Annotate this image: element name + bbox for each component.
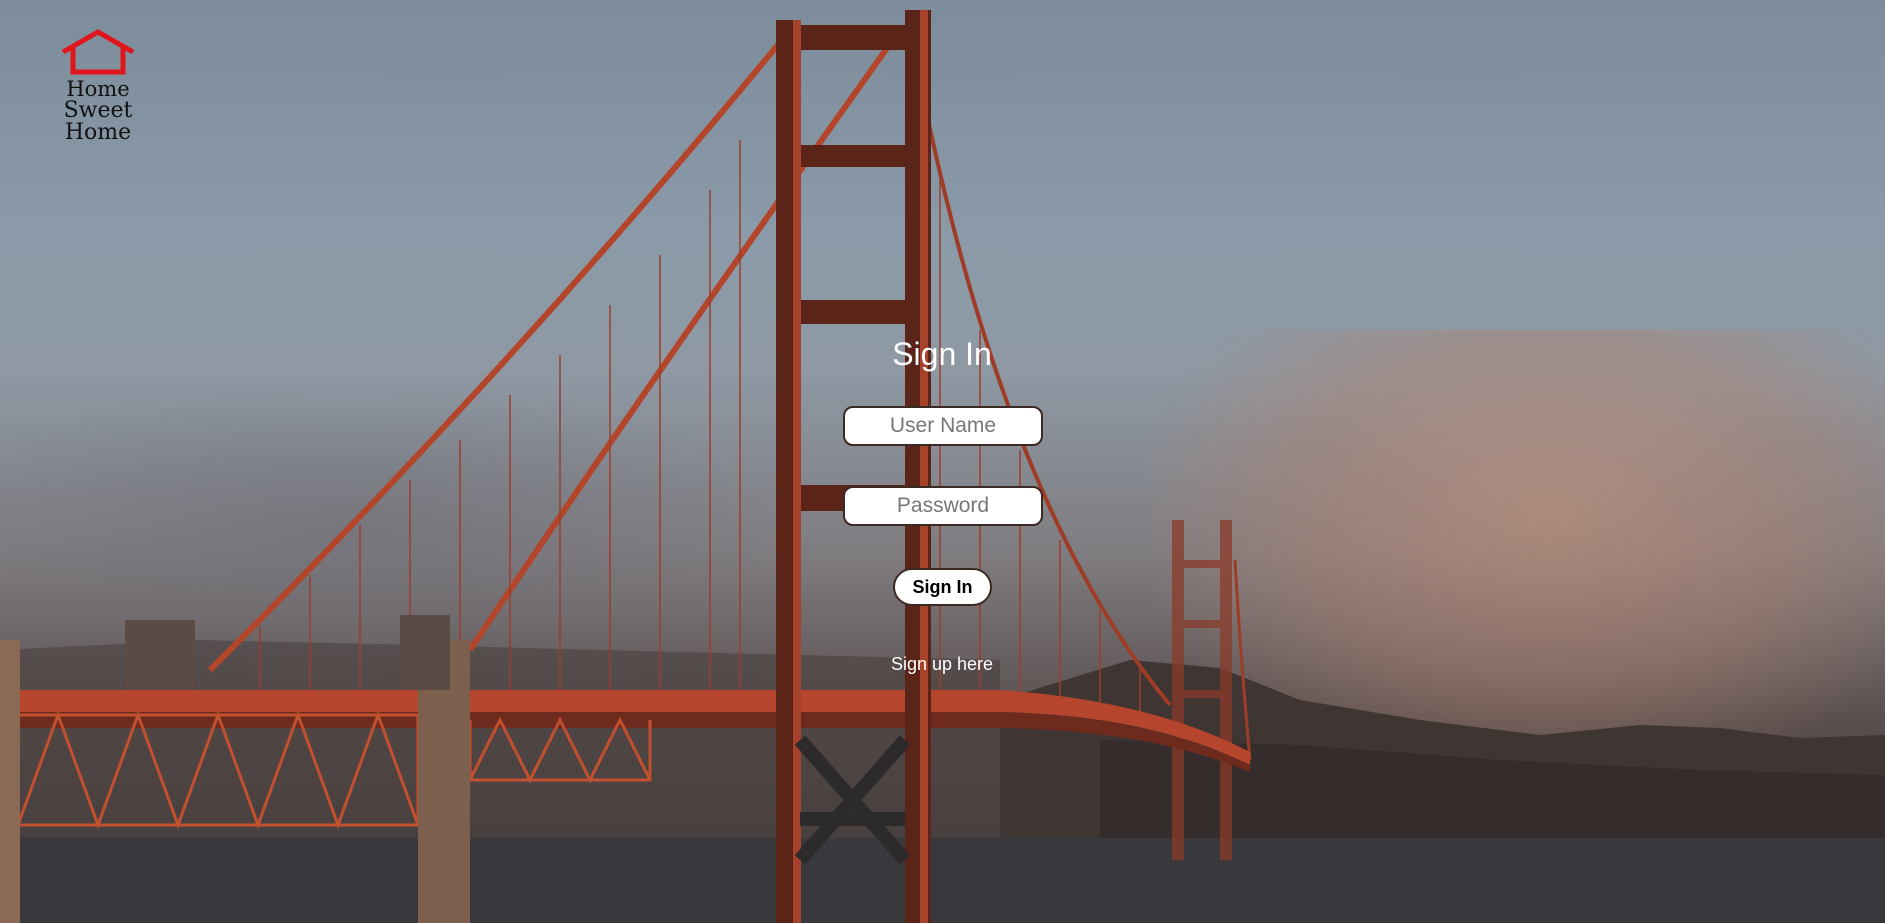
house-icon: [61, 29, 135, 75]
username-input[interactable]: [843, 406, 1043, 446]
bridge-illustration: [0, 10, 1885, 923]
brand-name-line1: Home: [66, 77, 130, 101]
sign-in-button[interactable]: Sign In: [893, 568, 992, 606]
page-title: Sign In: [892, 336, 992, 372]
brand-logo[interactable]: Home Sweet Home: [28, 28, 168, 144]
brand-name-line2: Sweet Home: [63, 98, 133, 145]
sign-up-link[interactable]: Sign up here: [842, 654, 1042, 675]
password-input[interactable]: [843, 486, 1043, 526]
background-image: [0, 0, 1885, 923]
